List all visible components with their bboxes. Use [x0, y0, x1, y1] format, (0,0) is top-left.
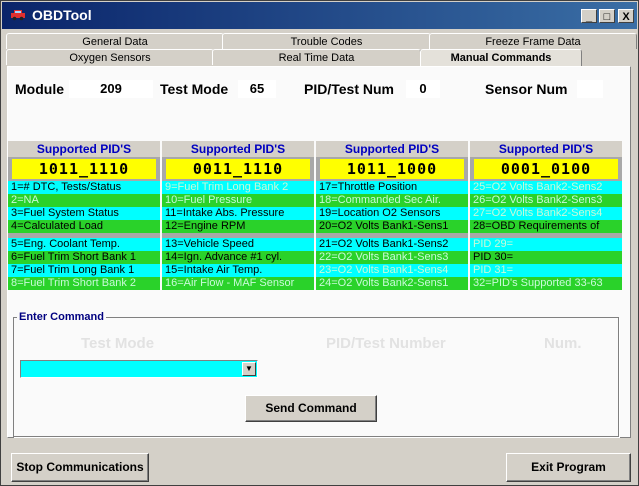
- pid-column-2: Supported PID'S 0011_1110 9=Fuel Trim Lo…: [162, 141, 314, 290]
- tab-general-data[interactable]: General Data: [6, 33, 224, 49]
- pid-row: 2=NA: [8, 194, 160, 207]
- pid-row: 5=Eng. Coolant Temp.: [8, 238, 160, 251]
- pid-row: 3=Fuel System Status: [8, 207, 160, 220]
- chevron-down-icon[interactable]: ▼: [242, 362, 256, 376]
- tab-label: General Data: [82, 36, 148, 48]
- tab-manual-commands[interactable]: Manual Commands: [420, 49, 582, 67]
- sensor-num-label: Sensor Num: [485, 81, 568, 97]
- pid-row: 22=O2 Volts Bank1-Sens3: [316, 251, 468, 264]
- pid-bits: 1011_1110: [12, 159, 156, 179]
- button-label: Stop Communications: [16, 460, 144, 474]
- pid-row: 19=Location O2 Sensors: [316, 207, 468, 220]
- module-value: 209: [69, 80, 153, 98]
- pid-column-1: Supported PID'S 1011_1110 1=# DTC, Tests…: [8, 141, 160, 290]
- tab-label: Trouble Codes: [290, 36, 363, 48]
- title-bar: OBDTool _ □ X: [2, 2, 637, 29]
- pid-rows: 17=Throttle Position 18=Commanded Sec Air…: [316, 181, 468, 290]
- pid-row: 11=Intake Abs. Pressure: [162, 207, 314, 220]
- pid-row: PID 31=: [470, 264, 622, 277]
- close-button[interactable]: X: [618, 9, 634, 23]
- pid-row: PID 29=: [470, 238, 622, 251]
- pid-bits: 1011_1000: [320, 159, 464, 179]
- pid-rows: 1=# DTC, Tests/Status 2=NA 3=Fuel System S…: [8, 181, 160, 290]
- tab-trouble-codes[interactable]: Trouble Codes: [222, 33, 431, 49]
- pid-row: 6=Fuel Trim Short Bank 1: [8, 251, 160, 264]
- pid-row: 15=Intake Air Temp.: [162, 264, 314, 277]
- tab-freeze-frame-data[interactable]: Freeze Frame Data: [429, 33, 637, 49]
- button-label: Send Command: [265, 401, 357, 415]
- pid-row: 20=O2 Volts Bank1-Sens1: [316, 220, 468, 233]
- command-combo[interactable]: ▼: [20, 360, 258, 378]
- pid-row: 23=O2 Volts Bank1-Sens4: [316, 264, 468, 277]
- pid-row: 12=Engine RPM: [162, 220, 314, 233]
- pid-row: 28=OBD Requirements of: [470, 220, 622, 233]
- pid-row: 25=O2 Volts Bank2-Sens2: [470, 181, 622, 194]
- pid-row: 26=O2 Volts Bank2-Sens3: [470, 194, 622, 207]
- tab-label: Freeze Frame Data: [485, 36, 581, 48]
- tab-label: Real Time Data: [278, 52, 355, 64]
- pid-row: 27=O2 Volts Bank2-Sens4: [470, 207, 622, 220]
- test-mode-value: 65: [238, 80, 276, 98]
- tab-real-time-data[interactable]: Real Time Data: [212, 49, 421, 65]
- minimize-button[interactable]: _: [581, 9, 597, 23]
- tab-label: Oxygen Sensors: [69, 52, 151, 64]
- exit-program-button[interactable]: Exit Program: [506, 453, 631, 482]
- pid-row: 17=Throttle Position: [316, 181, 468, 194]
- test-mode-label: Test Mode: [160, 81, 229, 97]
- test-mode-column-label: Test Mode: [81, 335, 155, 352]
- pid-row: 18=Commanded Sec Air.: [316, 194, 468, 207]
- app-window: OBDTool _ □ X General Data Trouble Codes…: [0, 0, 639, 486]
- num-column-label: Num.: [544, 335, 582, 352]
- pid-test-number-column-label: PID/Test Number: [326, 335, 446, 352]
- pid-bits: 0001_0100: [474, 159, 618, 179]
- pid-column-4: Supported PID'S 0001_0100 25=O2 Volts Ba…: [470, 141, 622, 290]
- pid-row: 7=Fuel Trim Long Bank 1: [8, 264, 160, 277]
- pid-row: 24=O2 Volts Bank2-Sens1: [316, 277, 468, 290]
- maximize-button[interactable]: □: [599, 9, 615, 23]
- pid-row: 21=O2 Volts Bank1-Sens2: [316, 238, 468, 251]
- pid-row: 1=# DTC, Tests/Status: [8, 181, 160, 194]
- pid-rows: 25=O2 Volts Bank2-Sens2 26=O2 Volts Bank2…: [470, 181, 622, 290]
- pid-row: 13=Vehicle Speed: [162, 238, 314, 251]
- tab-label: Manual Commands: [450, 52, 552, 64]
- pid-row: 16=Air Flow - MAF Sensor: [162, 277, 314, 290]
- pid-column-header: Supported PID'S: [470, 141, 622, 157]
- car-icon: [11, 10, 25, 21]
- pid-rows: 9=Fuel Trim Long Bank 2 10=Fuel Pressure 1…: [162, 181, 314, 290]
- pid-column-header: Supported PID'S: [8, 141, 160, 157]
- pid-row: 8=Fuel Trim Short Bank 2: [8, 277, 160, 290]
- pid-row: 9=Fuel Trim Long Bank 2: [162, 181, 314, 194]
- pid-test-num-value: 0: [406, 80, 440, 98]
- send-command-button[interactable]: Send Command: [245, 395, 377, 422]
- sensor-num-value: [577, 80, 603, 98]
- enter-command-label: Enter Command: [17, 311, 106, 323]
- module-label: Module: [15, 81, 64, 97]
- button-label: Exit Program: [531, 460, 606, 474]
- pid-bits: 0011_1110: [166, 159, 310, 179]
- pid-column-header: Supported PID'S: [162, 141, 314, 157]
- pid-column-header: Supported PID'S: [316, 141, 468, 157]
- pid-row: 14=Ign. Advance #1 cyl.: [162, 251, 314, 264]
- pid-test-num-label: PID/Test Num: [304, 81, 394, 97]
- window-title: OBDTool: [32, 7, 92, 23]
- pid-column-3: Supported PID'S 1011_1000 17=Throttle Po…: [316, 141, 468, 290]
- pid-row: 32=PID's Supported 33-63: [470, 277, 622, 290]
- stop-communications-button[interactable]: Stop Communications: [11, 453, 149, 482]
- pid-row: 10=Fuel Pressure: [162, 194, 314, 207]
- pid-row: 4=Calculated Load: [8, 220, 160, 233]
- pid-row: PID 30=: [470, 251, 622, 264]
- tab-oxygen-sensors[interactable]: Oxygen Sensors: [6, 49, 214, 65]
